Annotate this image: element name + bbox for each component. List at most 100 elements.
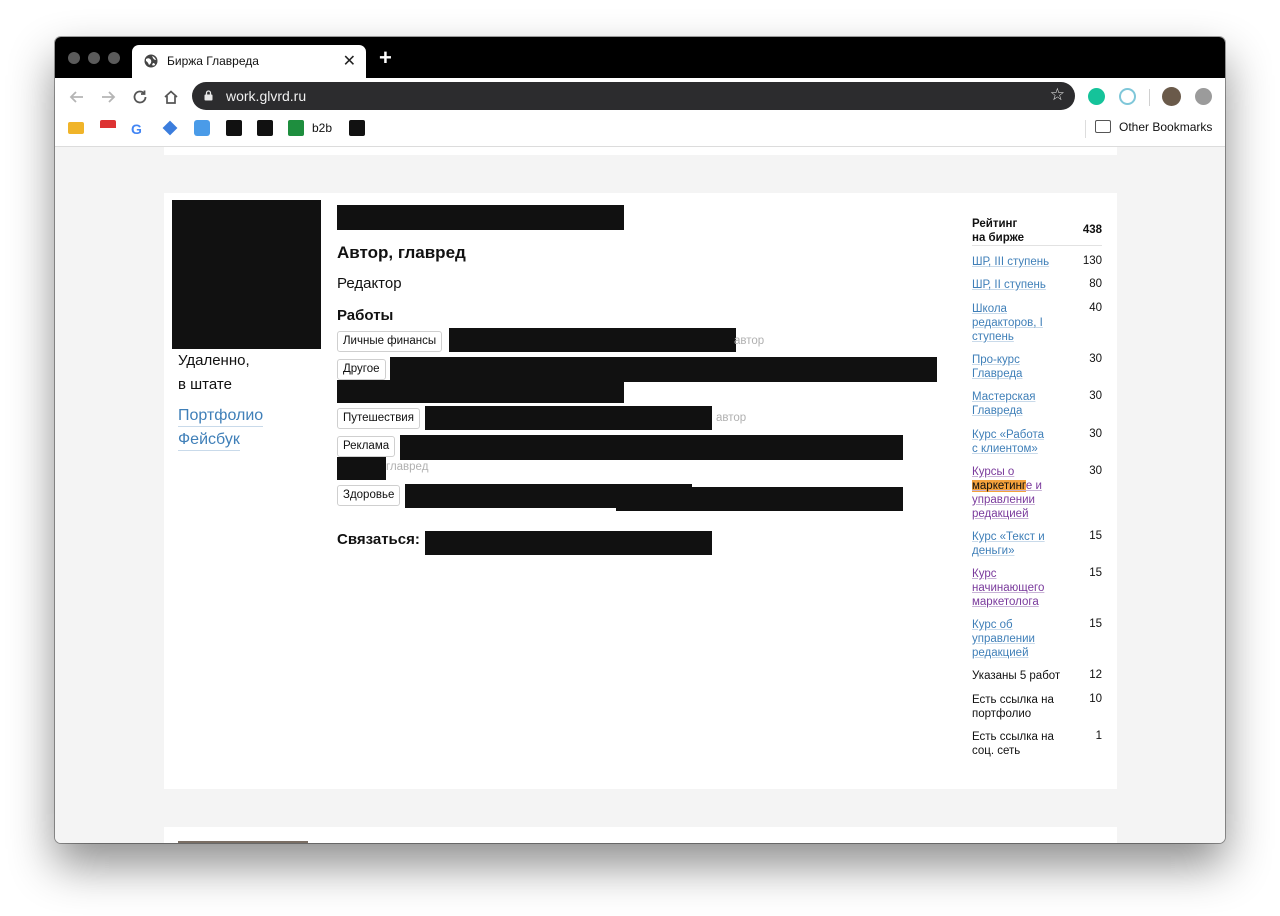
rating-item-label: Есть ссылка на соц. сеть xyxy=(972,731,1054,757)
browser-tab[interactable]: Биржа Главреда ✕ xyxy=(132,45,366,78)
s-bookmark-icon[interactable] xyxy=(194,120,210,136)
rating-item-value: 30 xyxy=(1089,353,1102,365)
browser-toolbar: work.glvrd.ru ☆ xyxy=(55,78,1225,116)
rating-header-label: Рейтинг на бирже xyxy=(972,217,1024,245)
redacted-contact xyxy=(425,531,712,555)
rating-item-link[interactable]: Мастерская Главреда xyxy=(972,390,1044,418)
next-profile-photo xyxy=(178,841,308,843)
rating-item-link[interactable]: Курс «Текст и деньги» xyxy=(972,530,1054,558)
tab-title: Биржа Главреда xyxy=(167,54,259,68)
rating-item-link[interactable]: Курс «Работа с клиентом» xyxy=(972,428,1052,456)
redacted-work-title xyxy=(337,380,624,403)
lock-icon xyxy=(204,90,213,101)
tab-close-icon[interactable]: ✕ xyxy=(343,51,356,71)
rating-item-value: 10 xyxy=(1089,693,1102,705)
other-bookmarks[interactable]: Other Bookmarks xyxy=(1095,120,1213,134)
app-bookmark-icon[interactable] xyxy=(226,120,242,136)
rating-item-link[interactable]: ШР, II ступень xyxy=(972,278,1067,292)
rating-item-value: 30 xyxy=(1089,428,1102,440)
rating-item-value: 15 xyxy=(1089,530,1102,542)
rating-item-label-part: Курсы о xyxy=(972,466,1015,478)
work-format-line: Удаленно, xyxy=(178,352,250,369)
work-format: Удаленно, в штате xyxy=(178,349,250,397)
redacted-work-title xyxy=(449,328,736,352)
minimize-window-button[interactable] xyxy=(88,52,100,64)
rating-item-value: 15 xyxy=(1089,567,1102,579)
redacted-work-title xyxy=(390,357,937,382)
work-category-tag[interactable]: Личные финансы xyxy=(337,331,443,352)
rating-item-link[interactable]: Курс об управлении редакцией xyxy=(972,618,1044,660)
rating-item-value: 30 xyxy=(1089,465,1102,477)
maximize-window-button[interactable] xyxy=(108,52,120,64)
profile-avatar-icon[interactable] xyxy=(1162,87,1181,106)
rating-item-value: 1 xyxy=(1095,730,1102,742)
menu-icon[interactable] xyxy=(1195,88,1212,105)
rating-item-value: 12 xyxy=(1089,669,1102,681)
rating-total: 438 xyxy=(1082,224,1102,236)
rating-item-label: Есть ссылка на портфолио xyxy=(972,694,1054,720)
profile-card: Удаленно, в штате Портфолио Фейсбук Авто… xyxy=(164,193,1117,789)
tab-bar: Биржа Главреда ✕ + xyxy=(55,37,1225,78)
toolbar-separator xyxy=(1149,89,1150,106)
next-profile-card xyxy=(164,827,1117,843)
google-bookmark-icon[interactable]: G xyxy=(131,121,147,137)
sheets-bookmark-icon[interactable] xyxy=(288,120,304,136)
work-role: автор xyxy=(716,412,747,424)
forward-arrow-icon[interactable] xyxy=(99,88,117,106)
rating-item-value: 80 xyxy=(1089,278,1102,290)
rating-header: Рейтинг на бирже 438 xyxy=(972,217,1102,246)
other-bookmarks-label: Other Bookmarks xyxy=(1119,120,1213,134)
rating-item-value: 30 xyxy=(1089,390,1102,402)
work-category-tag[interactable]: Реклама xyxy=(337,436,396,457)
rating-item-link[interactable]: Курсы о маркетинге и управлении редакцие… xyxy=(972,465,1052,521)
gmail-bookmark-icon[interactable] xyxy=(68,122,84,134)
page-content: Удаленно, в штате Портфолио Фейсбук Авто… xyxy=(55,147,1225,843)
tasks-bookmark-icon[interactable] xyxy=(162,120,178,136)
app-bookmark-icon[interactable] xyxy=(349,120,365,136)
browser-window: Биржа Главреда ✕ + work.glvrd.ru ☆ G b2b… xyxy=(55,37,1225,843)
folder-icon xyxy=(1095,120,1111,133)
search-highlight: маркетинг xyxy=(972,480,1026,492)
bookmark-star-icon[interactable]: ☆ xyxy=(1050,85,1065,105)
new-tab-button[interactable]: + xyxy=(379,45,392,71)
rating-item-label: Указаны 5 работ xyxy=(972,670,1061,682)
rating-item-link[interactable]: ШР, III ступень xyxy=(972,255,1067,269)
rating-header-line: на бирже xyxy=(972,232,1024,244)
previous-card-bottom xyxy=(164,147,1117,155)
back-arrow-icon[interactable] xyxy=(68,88,86,106)
bookmarks-bar: G b2b Other Bookmarks xyxy=(55,116,1225,147)
close-window-button[interactable] xyxy=(68,52,80,64)
rating-item-link[interactable]: Курс начинающего маркетолога xyxy=(972,567,1052,609)
portfolio-link[interactable]: Портфолио xyxy=(178,406,264,427)
home-icon[interactable] xyxy=(162,88,180,106)
facebook-link[interactable]: Фейсбук xyxy=(178,430,240,451)
app-bookmark-icon[interactable] xyxy=(257,120,273,136)
contact-label: Связаться: xyxy=(337,531,420,548)
work-category-tag[interactable]: Здоровье xyxy=(337,485,401,506)
reload-icon[interactable] xyxy=(131,88,149,106)
calendar-bookmark-icon[interactable] xyxy=(100,120,116,136)
extension-icon[interactable] xyxy=(1119,88,1136,105)
profile-photo xyxy=(172,200,321,349)
rating-item-value: 15 xyxy=(1089,618,1102,630)
redacted-work-title xyxy=(616,487,903,511)
work-role: главред xyxy=(386,461,429,473)
url-text: work.glvrd.ru xyxy=(226,88,307,104)
work-role: автор xyxy=(734,335,765,347)
bookmarks-divider xyxy=(1085,120,1086,138)
redacted-work-title xyxy=(425,406,712,430)
redacted-work-title xyxy=(337,457,386,480)
rating-header-line: Рейтинг xyxy=(972,218,1018,230)
work-format-line: в штате xyxy=(178,376,232,393)
work-category-tag[interactable]: Путешествия xyxy=(337,408,420,429)
work-category-tag[interactable]: Другое xyxy=(337,359,386,380)
address-bar[interactable]: work.glvrd.ru ☆ xyxy=(192,82,1075,110)
rating-item-link[interactable]: Про-курс Главреда xyxy=(972,353,1034,381)
rating-item-link[interactable]: Школа редакторов, I ступень xyxy=(972,302,1047,344)
redacted-name xyxy=(337,205,624,230)
works-heading: Работы xyxy=(337,307,394,324)
profile-role-title: Автор, главред xyxy=(337,243,466,262)
grammarly-icon[interactable] xyxy=(1088,88,1105,105)
bookmark-b2b[interactable]: b2b xyxy=(312,121,332,135)
rating-item-value: 40 xyxy=(1089,302,1102,314)
